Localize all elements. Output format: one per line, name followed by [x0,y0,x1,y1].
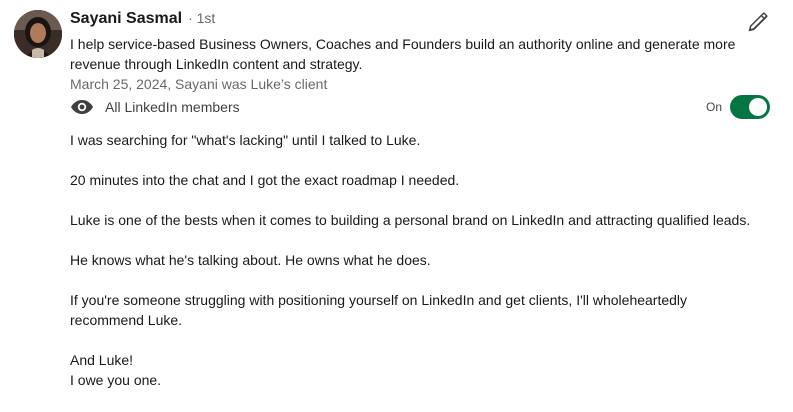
author-headline: I help service-based Business Owners, Co… [70,36,736,72]
visibility-label: All LinkedIn members [105,99,240,115]
author-name[interactable]: Sayani Sasmal [70,10,182,28]
paragraph: 20 minutes into the chat and I got the e… [70,172,460,188]
paragraph: Luke is one of the bests when it comes t… [70,212,751,228]
paragraph: I was searching for "what's lacking" unt… [70,132,421,148]
avatar-image [14,10,62,58]
toggle-state-label: On [705,100,722,114]
visibility-row: All LinkedIn members On [70,95,770,119]
edit-button[interactable] [746,10,770,34]
paragraph: He knows what he's talking about. He own… [70,252,431,268]
visibility-toggle-wrap: On [706,95,770,119]
name-row: Sayani Sasmal · 1st [70,10,750,34]
recommendation-text: I was searching for "what's lacking" unt… [70,130,760,390]
visibility-toggle[interactable] [730,95,770,119]
eye-icon [71,100,93,114]
paragraph: If you're someone struggling with positi… [70,292,688,328]
pencil-icon [748,12,768,32]
paragraph: I owe you one. [70,372,162,388]
toggle-knob [749,98,767,116]
connection-degree: · 1st [188,10,216,26]
recommendation-header: Sayani Sasmal · 1st I help service-based… [70,10,750,94]
paragraph: And Luke! [70,352,134,368]
avatar[interactable] [14,10,62,58]
recommendation-meta: March 25, 2024, Sayani was Luke’s client [70,76,328,92]
